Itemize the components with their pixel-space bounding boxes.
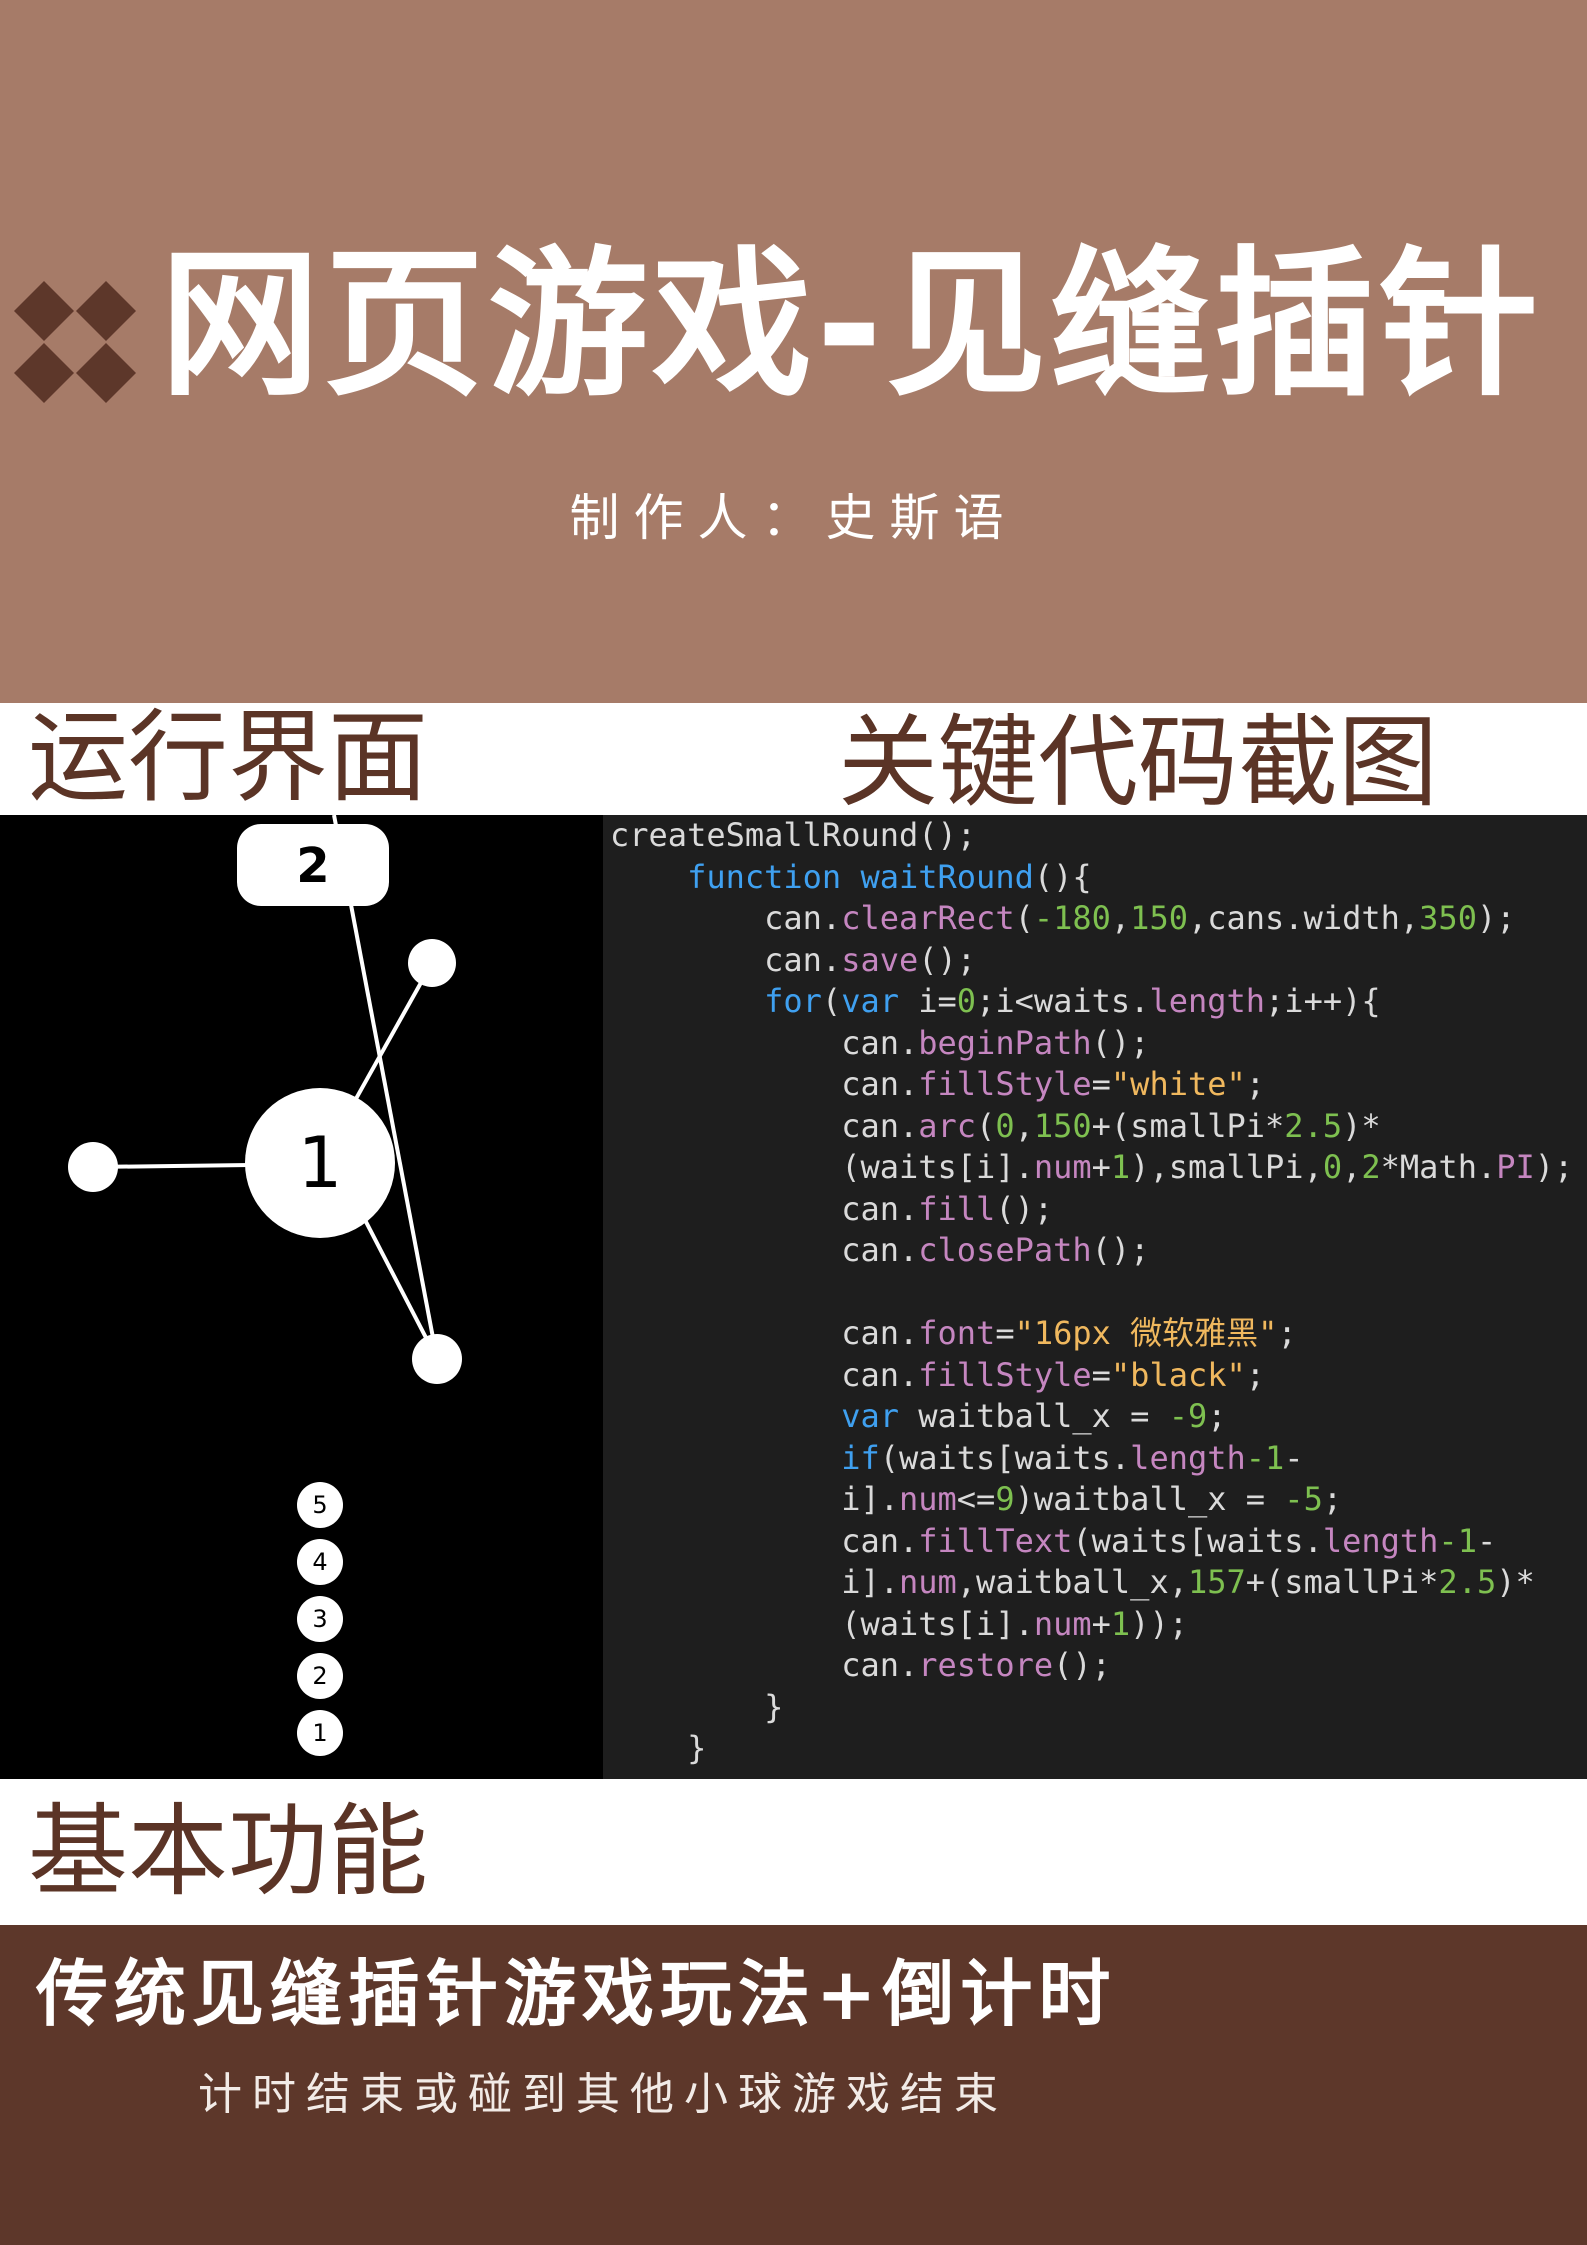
- code-line: can.fill();: [610, 1189, 1054, 1228]
- queue-ball-label: 2: [312, 1662, 327, 1690]
- code-line: (waits[i].num+1));: [610, 1604, 1188, 1643]
- code-line: can.font="16px 微软雅黑";: [610, 1314, 1297, 1352]
- code-line: can.fillStyle="white";: [610, 1065, 1266, 1103]
- code-line: var waitball_x = -9;: [841, 1397, 1227, 1435]
- code-line: can.fillText(waits[waits.length-1-: [610, 1521, 1497, 1560]
- center-ball-label: 1: [298, 1122, 343, 1204]
- author-line: 制作人：史斯语: [569, 489, 1018, 547]
- score-value: 2: [296, 838, 329, 894]
- code-line: }: [764, 1687, 784, 1726]
- section-code-label: 关键代码截图: [838, 704, 1438, 821]
- code-line: can.beginPath();: [610, 1023, 1150, 1062]
- code-line: for(var i=0;i<waits.length;i++){: [764, 982, 1381, 1020]
- section-basic-label: 基本功能: [28, 1793, 428, 1910]
- feature-subtitle: 计时结束或碰到其他小球游戏结束: [198, 2069, 1008, 2120]
- code-line: i].num,waitball_x,157+(smallPi*2.5)*: [610, 1563, 1535, 1601]
- code-line: can.fillStyle="black";: [610, 1355, 1266, 1394]
- code-line: can.arc(0,150+(smallPi*2.5)*: [610, 1106, 1381, 1145]
- code-line: can.restore();: [610, 1646, 1111, 1684]
- code-line: can.closePath();: [610, 1231, 1150, 1269]
- code-screenshot: createSmallRound(); function waitRound()…: [603, 815, 1587, 1779]
- diamond-cluster-icon: [14, 281, 136, 403]
- code-line: (waits[i].num+1),smallPi,0,2*Math.PI);: [610, 1148, 1574, 1186]
- waiting-queue: 5 4 3 2 1: [297, 1482, 343, 1756]
- queue-ball-label: 4: [312, 1548, 327, 1576]
- code-line: can.clearRect(-180,150,cans.width,350);: [610, 899, 1516, 937]
- pin-ball: [408, 939, 456, 987]
- page-title: 网页游戏-见缝插针: [160, 231, 1543, 418]
- queue-ball-label: 1: [312, 1719, 327, 1747]
- queue-ball: 3: [297, 1596, 343, 1642]
- code-line: function waitRound(){: [687, 857, 1092, 896]
- code-line: createSmallRound();: [610, 816, 977, 854]
- queue-ball-label: 3: [312, 1605, 327, 1633]
- game-canvas: 1 2 5 4 3 2 1: [68, 814, 462, 1756]
- queue-ball: 5: [297, 1482, 343, 1528]
- feature-title: 传统见缝插针游戏玩法+倒计时: [36, 1952, 1117, 2036]
- queue-ball: 2: [297, 1653, 343, 1699]
- pin-ball: [412, 1334, 462, 1384]
- section-runtime-label: 运行界面: [28, 699, 428, 816]
- queue-ball: 1: [297, 1710, 343, 1756]
- queue-ball-label: 5: [312, 1491, 327, 1519]
- header-banner: 网页游戏-见缝插针 制作人：史斯语: [0, 0, 1587, 703]
- game-screenshot: 1 2 5 4 3 2 1: [0, 814, 603, 1779]
- code-line: }: [687, 1729, 707, 1767]
- code-line: if(waits[waits.length-1-: [841, 1438, 1304, 1477]
- code-block: createSmallRound(); function waitRound()…: [610, 815, 1573, 1770]
- code-line: can.save();: [610, 940, 977, 979]
- queue-ball: 4: [297, 1539, 343, 1585]
- code-line: i].num<=9)waitball_x = -5;: [610, 1480, 1343, 1518]
- pin-ball: [68, 1142, 118, 1192]
